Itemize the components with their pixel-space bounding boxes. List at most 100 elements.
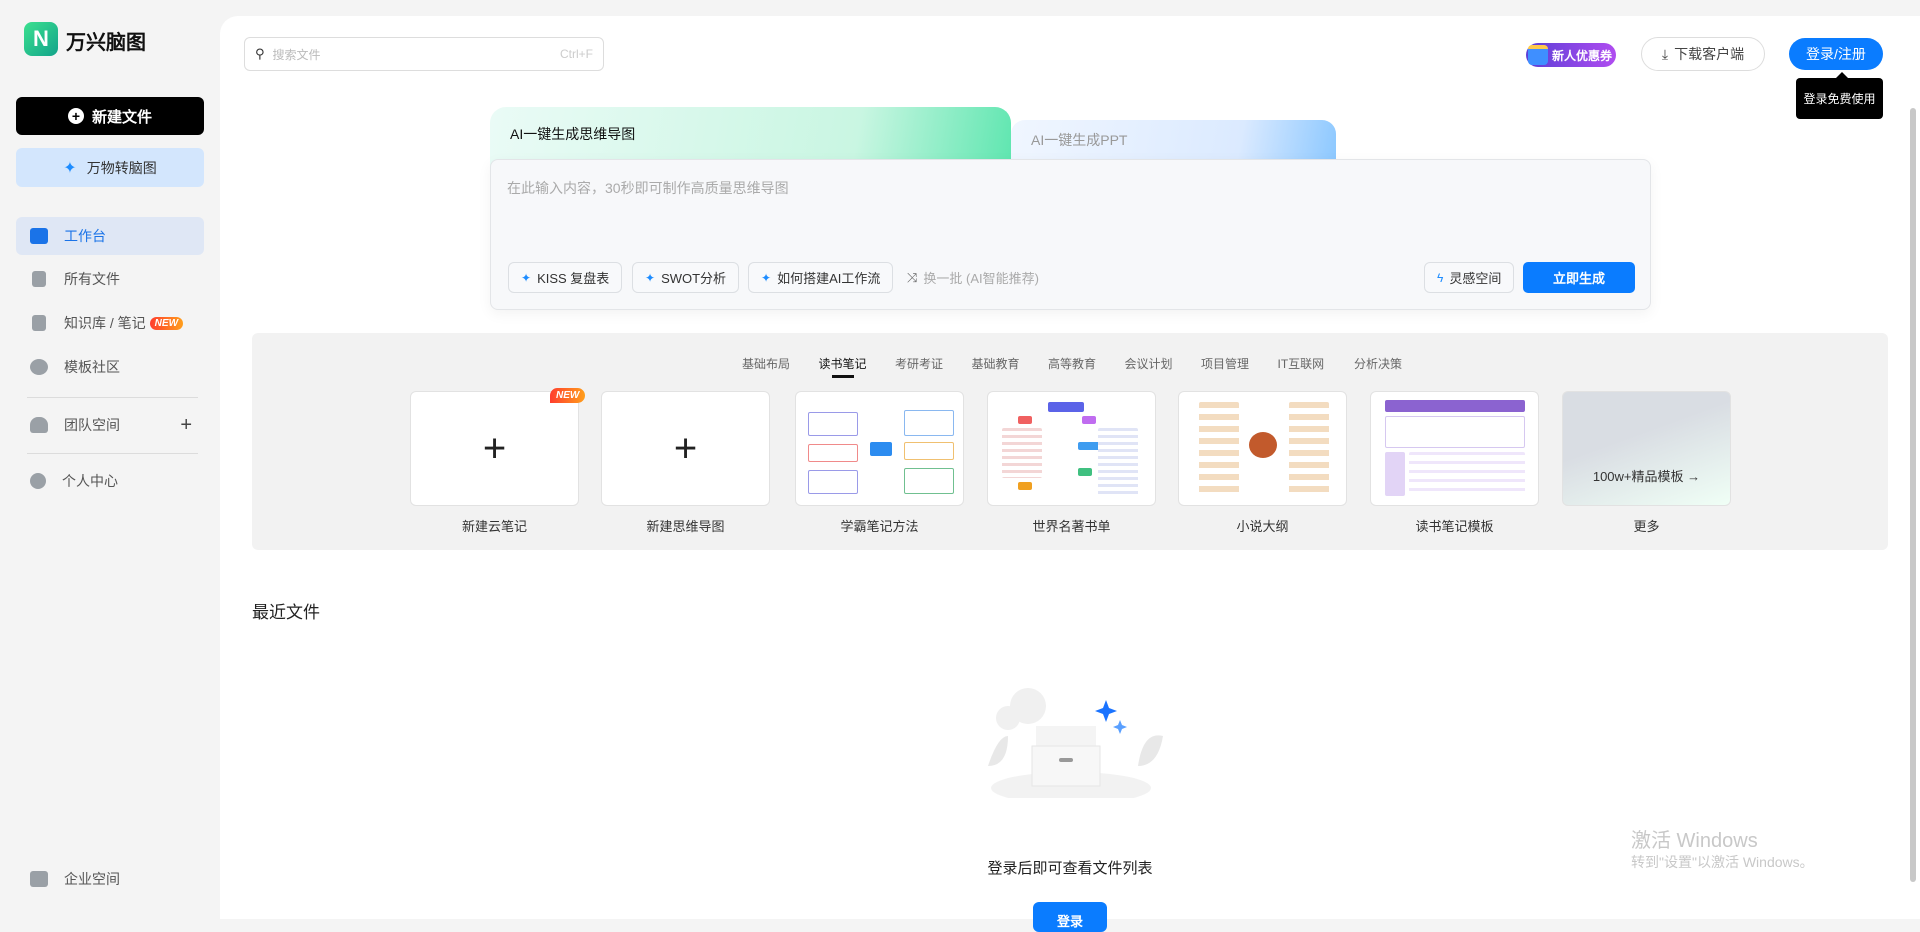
template-card-study-notes[interactable] [795, 391, 964, 506]
plus-circle-icon: + [68, 108, 84, 124]
new-file-button[interactable]: + 新建文件 [16, 97, 204, 135]
ai-input-panel: 在此输入内容，30秒即可制作高质量思维导图 ✦KISS 复盘表 ✦SWOT分析 … [490, 159, 1651, 310]
shuffle-label: 换一批 (AI智能推荐) [923, 268, 1039, 287]
ai-prompt-input[interactable]: 在此输入内容，30秒即可制作高质量思维导图 [507, 178, 789, 198]
template-card-label: 新建思维导图 [601, 516, 770, 535]
app-logo: N [24, 22, 58, 56]
template-tab[interactable]: 基础布局 [742, 355, 790, 372]
user-icon [30, 473, 46, 489]
nav-label: 所有文件 [64, 269, 120, 289]
divider [27, 397, 198, 398]
tab-ai-mindmap[interactable]: AI一键生成思维导图 [490, 107, 1011, 167]
search-placeholder: 搜索文件 [273, 46, 321, 63]
template-card-label: 新建云笔记 [410, 516, 579, 535]
template-tab[interactable]: 读书笔记 [819, 355, 867, 372]
shuffle-icon: ⤨ [907, 270, 917, 286]
nav-label: 企业空间 [64, 869, 120, 889]
template-card-label: 世界名著书单 [987, 516, 1156, 535]
divider [27, 453, 198, 454]
sidebar-item-team[interactable]: 团队空间+ [16, 406, 204, 444]
file-icon [32, 271, 46, 287]
notebook-icon [32, 315, 46, 331]
template-tab[interactable]: 会议计划 [1125, 355, 1173, 372]
team-icon [30, 417, 48, 433]
template-card-new-mindmap[interactable]: + [601, 391, 770, 506]
plus-icon: + [674, 426, 697, 471]
tab-label: AI一键生成思维导图 [510, 126, 635, 142]
inspiration-button[interactable]: ϟ 灵感空间 [1424, 262, 1514, 293]
generate-button[interactable]: 立即生成 [1523, 262, 1635, 293]
nav-label: 模板社区 [64, 357, 120, 377]
inspiration-label: 灵感空间 [1449, 268, 1501, 287]
search-icon: ⚲ [255, 46, 265, 62]
windows-activation-title: 激活 Windows [1631, 824, 1758, 853]
empty-state-message: 登录后即可查看文件列表 [900, 857, 1240, 878]
app-name: 万兴脑图 [66, 26, 146, 55]
building-icon [30, 871, 48, 887]
sparkle-icon: ✦ [521, 271, 531, 285]
windows-activation-hint: 转到"设置"以激活 Windows。 [1631, 852, 1814, 872]
recent-files-title: 最近文件 [252, 598, 320, 623]
add-team-icon[interactable]: + [180, 414, 192, 437]
active-tab-underline [832, 375, 854, 378]
scrollbar[interactable] [1910, 108, 1916, 882]
sidebar-item-knowledge[interactable]: 知识库 / 笔记 NEW [16, 304, 204, 342]
sparkle-icon: ✦ [645, 271, 655, 285]
template-icon [30, 359, 48, 375]
sidebar-item-enterprise[interactable]: 企业空间 [16, 860, 204, 898]
template-tab[interactable]: 分析决策 [1354, 355, 1402, 372]
download-icon: ⤓ [1662, 46, 1668, 63]
sparkle-icon: ✦ [63, 158, 76, 178]
template-card-label: 读书笔记模板 [1370, 516, 1539, 535]
new-badge: NEW [550, 388, 585, 403]
download-client-button[interactable]: ⤓ 下载客户端 [1641, 37, 1765, 71]
convert-label: 万物转脑图 [87, 158, 157, 178]
new-badge: NEW [150, 317, 183, 330]
suggestion-chip[interactable]: ✦ SWOT分析 [632, 262, 739, 293]
shuffle-button[interactable]: ⤨ 换一批 (AI智能推荐) [907, 262, 1039, 293]
nav-label: 个人中心 [62, 471, 118, 491]
workspace-icon [30, 228, 48, 244]
sidebar-item-profile[interactable]: 个人中心 [16, 462, 204, 500]
template-card-label: 小说大纲 [1178, 516, 1347, 535]
sidebar-item-workspace[interactable]: 工作台 [16, 217, 204, 255]
template-card-novel-outline[interactable] [1178, 391, 1347, 506]
new-file-label: 新建文件 [92, 106, 152, 127]
chip-label: 如何搭建AI工作流 [777, 268, 880, 287]
template-card-classics-list[interactable] [987, 391, 1156, 506]
sparkle-icon: ✦ [761, 271, 771, 285]
plus-icon: + [483, 426, 506, 471]
search-shortcut: Ctrl+F [560, 47, 593, 61]
nav-label: 知识库 / 笔记 [64, 313, 146, 333]
login-tooltip: 登录免费使用 [1796, 78, 1883, 119]
template-card-new-note[interactable]: + [410, 391, 579, 506]
empty-box-illustration [968, 676, 1174, 798]
template-tab[interactable]: IT互联网 [1278, 355, 1325, 372]
more-templates-link[interactable]: 100w+精品模板 → [1563, 466, 1730, 485]
gift-icon [1528, 45, 1548, 65]
sidebar-item-templates[interactable]: 模板社区 [16, 348, 204, 386]
search-input[interactable]: ⚲ 搜索文件 Ctrl+F [244, 37, 604, 71]
login-register-button[interactable]: 登录/注册 [1789, 38, 1883, 70]
template-card-more[interactable]: 100w+精品模板 → [1562, 391, 1731, 506]
chip-label: KISS 复盘表 [537, 268, 609, 287]
suggestion-chip[interactable]: ✦ 如何搭建AI工作流 [748, 262, 893, 293]
template-tab[interactable]: 考研考证 [895, 355, 943, 372]
nav-label: 工作台 [64, 226, 106, 246]
login-button[interactable]: 登录 [1033, 902, 1107, 932]
template-card-label: 更多 [1562, 516, 1731, 535]
template-tab[interactable]: 高等教育 [1048, 355, 1096, 372]
template-section: 基础布局读书笔记考研考证基础教育高等教育会议计划项目管理IT互联网分析决策 + … [252, 333, 1888, 550]
lightning-icon: ϟ [1437, 271, 1443, 285]
coupon-label: 新人优惠券 [1552, 47, 1612, 64]
suggestion-chip[interactable]: ✦ KISS 复盘表 [508, 262, 622, 293]
coupon-button[interactable]: 新人优惠券 [1526, 43, 1616, 67]
template-tab[interactable]: 项目管理 [1201, 355, 1249, 372]
convert-to-mindmap-button[interactable]: ✦ 万物转脑图 [16, 148, 204, 187]
sidebar-item-all-files[interactable]: 所有文件 [16, 260, 204, 298]
tab-label: AI一键生成PPT [1031, 132, 1127, 148]
template-card-reading-notes[interactable] [1370, 391, 1539, 506]
template-tab[interactable]: 基础教育 [972, 355, 1020, 372]
download-label: 下载客户端 [1674, 44, 1744, 64]
chip-label: SWOT分析 [661, 268, 726, 287]
